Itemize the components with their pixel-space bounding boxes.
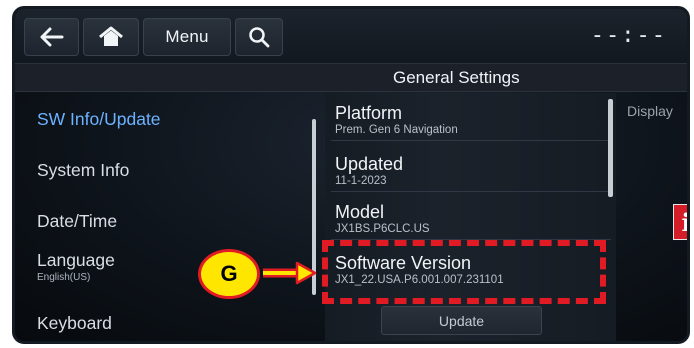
detail-value: JX1BS.P6CLC.US	[335, 223, 430, 235]
detail-updated: Updated 11-1-2023	[335, 154, 403, 188]
display-label[interactable]: Display	[627, 103, 673, 119]
menu-button[interactable]: Menu	[143, 18, 231, 56]
detail-title: Updated	[335, 154, 404, 174]
arrow-right-icon	[261, 261, 317, 290]
detail-platform: Platform Prem. Gen 6 Navigation	[335, 103, 458, 137]
settings-sidebar: SW Info/Update System Info Date/Time Lan…	[15, 93, 315, 341]
home-icon	[98, 26, 124, 48]
section-header: General Settings	[15, 64, 687, 92]
sidebar-item-keyboard[interactable]: Keyboard	[37, 313, 112, 334]
software-version-highlight	[322, 240, 606, 304]
detail-value: Prem. Gen 6 Navigation	[335, 124, 458, 136]
infotainment-screen: Menu --:-- General Settings SW Info/Upda…	[12, 6, 690, 344]
sidebar-item-label: Date/Time	[37, 211, 118, 231]
search-button[interactable]	[235, 18, 283, 56]
detail-model: Model JX1BS.P6CLC.US	[335, 202, 430, 236]
top-bar: Menu --:--	[15, 9, 687, 64]
info-icon: i	[673, 204, 687, 240]
search-icon	[248, 26, 270, 48]
callout-badge: G	[198, 249, 260, 299]
back-arrow-icon	[40, 27, 64, 47]
detail-title: Platform	[335, 103, 403, 123]
sidebar-item-system-info[interactable]: System Info	[37, 160, 129, 181]
divider	[331, 191, 611, 192]
divider	[331, 140, 611, 141]
sidebar-item-label: Language	[37, 250, 115, 270]
sidebar-item-sublabel: English(US)	[37, 272, 91, 283]
detail-title: Model	[335, 202, 385, 222]
sidebar-item-sw-info-update[interactable]: SW Info/Update	[37, 109, 161, 130]
update-button[interactable]: Update	[381, 306, 542, 335]
sidebar-item-date-time[interactable]: Date/Time	[37, 211, 117, 232]
clock: --:--	[590, 23, 667, 48]
sidebar-item-language[interactable]: Language English(US)	[37, 250, 115, 283]
detail-value: 11-1-2023	[335, 175, 387, 187]
sidebar-item-label: Keyboard	[37, 313, 112, 333]
back-button[interactable]	[24, 18, 79, 56]
home-button[interactable]	[83, 18, 139, 56]
details-scrollbar[interactable]	[608, 99, 613, 197]
sidebar-item-label: SW Info/Update	[37, 109, 161, 129]
sidebar-item-label: System Info	[37, 160, 130, 180]
page-title: General Settings	[393, 68, 520, 87]
